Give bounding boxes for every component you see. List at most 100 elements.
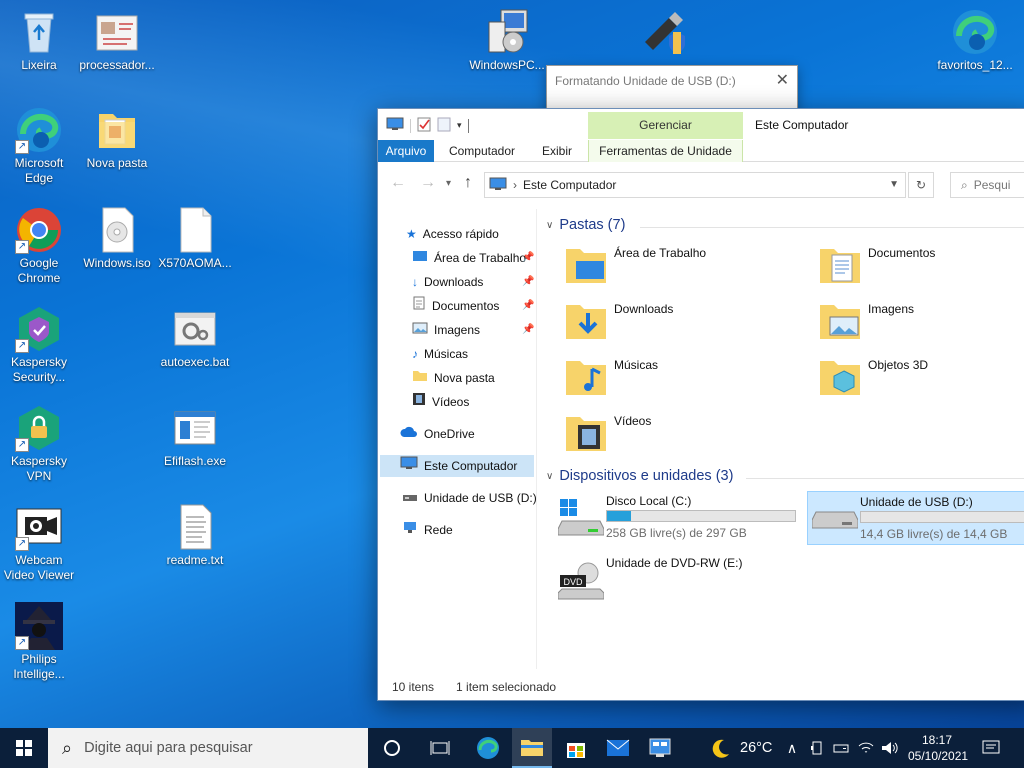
drive-name: Unidade de USB (D:)	[860, 495, 973, 509]
chevron-down-icon[interactable]: ▼	[889, 179, 899, 190]
new-folder-icon[interactable]	[437, 116, 451, 135]
properties-icon[interactable]	[417, 116, 431, 135]
breadcrumb-separator-icon[interactable]: ›	[513, 178, 517, 192]
task-view-button[interactable]	[420, 728, 460, 768]
taskbar-search-input[interactable]: ⌕ Digite aqui para pesquisar	[48, 728, 368, 768]
nav-item-desktop[interactable]: Área de Trabalho 📌	[412, 247, 536, 269]
nav-item-onedrive[interactable]: OneDrive	[400, 423, 475, 445]
desktop-icon-nova-pasta[interactable]: Nova pasta	[78, 106, 156, 171]
desktop-icon-processador[interactable]: processador...	[78, 8, 156, 73]
nav-pane-scrollbar[interactable]	[536, 209, 537, 669]
shortcut-arrow-icon: ↗	[15, 339, 29, 353]
folder-tile-desktop[interactable]: Área de Trabalho	[564, 243, 706, 295]
nav-item-images[interactable]: Imagens 📌	[412, 319, 536, 341]
breadcrumb[interactable]: Este Computador	[523, 178, 616, 192]
folder-tile-downloads[interactable]: Downloads	[564, 299, 673, 351]
customize-toolbar-chevron-icon[interactable]: ▾	[457, 120, 462, 131]
tile-label: Downloads	[614, 302, 674, 316]
taskbar-store[interactable]	[556, 728, 596, 768]
usb-drive-shield-icon	[639, 8, 687, 56]
desktop-icon-windowspc[interactable]: WindowsPC...	[468, 8, 546, 73]
nav-item-this-pc[interactable]: Este Computador	[380, 455, 534, 477]
folder-tile-images[interactable]: Imagens	[818, 299, 914, 351]
recent-chevron-icon[interactable]: ▾	[446, 178, 451, 189]
action-center-button[interactable]	[972, 728, 1010, 768]
taskbar-edge[interactable]	[468, 728, 508, 768]
weather-widget[interactable]	[700, 728, 740, 768]
group-header-folders[interactable]: ∨ Pastas (7)	[546, 217, 625, 233]
nav-item-videos[interactable]: Vídeos	[412, 391, 469, 413]
desktop-icon-philips[interactable]: ↗ Philips Intellige...	[0, 602, 78, 682]
drive-usage-fill	[607, 511, 632, 521]
nav-item-quick-access[interactable]: ★ Acesso rápido	[406, 223, 499, 245]
icon-label: Philips Intellige...	[13, 652, 65, 681]
drive-tile-c[interactable]: Disco Local (C:) 258 GB livre(s) de 297 …	[554, 491, 804, 545]
nav-item-downloads[interactable]: ↓ Downloads 📌	[412, 271, 536, 293]
drive-tile-d[interactable]: Unidade de USB (D:) 14,4 GB livre(s) de …	[807, 491, 1024, 545]
desktop-icon-chrome[interactable]: ↗ Google Chrome	[0, 206, 78, 286]
desktop-folder-icon	[564, 243, 608, 290]
desktop-icon-recycle-bin[interactable]: Lixeira	[0, 8, 78, 73]
pin-icon[interactable]: 📌	[522, 295, 534, 317]
search-placeholder: Pesqui	[973, 178, 1011, 192]
up-arrow-icon[interactable]: ↑	[464, 174, 472, 192]
volume-icon[interactable]	[876, 728, 904, 768]
taskbar-control-panel[interactable]	[640, 728, 680, 768]
pin-icon[interactable]: 📌	[522, 271, 534, 293]
title-bar[interactable]: ▾ Gerenciar Este Computador	[378, 109, 1024, 139]
drive-usage-bar	[606, 510, 796, 522]
folder-tile-videos[interactable]: Vídeos	[564, 411, 651, 463]
desktop-icon-usb-installer[interactable]	[624, 8, 702, 58]
desktop-icon-efiflash[interactable]: Efiflash.exe	[156, 404, 234, 469]
icon-label: X570AOMA...	[158, 256, 232, 270]
group-header-devices[interactable]: ∨ Dispositivos e unidades (3)	[546, 468, 733, 484]
desktop-icon-windows-iso[interactable]: Windows.iso	[78, 206, 156, 271]
tray-drive-icon[interactable]	[828, 728, 854, 768]
desktop-icon	[412, 247, 428, 269]
tab-gerenciar-context[interactable]: Gerenciar	[588, 112, 743, 139]
tray-device-icon[interactable]	[804, 728, 830, 768]
taskbar-mail[interactable]	[598, 728, 638, 768]
tab-exibir[interactable]: Exibir	[530, 140, 584, 162]
forward-arrow-icon[interactable]: →	[420, 174, 436, 192]
back-arrow-icon[interactable]: ←	[390, 174, 406, 192]
desktop-icon-kaspersky-vpn[interactable]: ↗ Kaspersky VPN	[0, 404, 78, 484]
start-button[interactable]	[4, 728, 44, 768]
close-icon[interactable]: ✕	[776, 70, 789, 90]
address-bar[interactable]: › Este Computador ▼	[484, 172, 906, 198]
icon-label: processador...	[79, 58, 155, 72]
file-explorer-window[interactable]: ▾ Gerenciar Este Computador Arquivo Comp…	[377, 108, 1024, 701]
pin-icon[interactable]: 📌	[522, 247, 534, 269]
desktop-icon-favoritos[interactable]: favoritos_12...	[936, 8, 1014, 73]
ribbon-tabs: Arquivo Computador Exibir Ferramentas de…	[378, 140, 1024, 162]
folder-tile-3d-objects[interactable]: Objetos 3D	[818, 355, 928, 407]
tab-ferramentas-de-unidade[interactable]: Ferramentas de Unidade	[588, 140, 743, 162]
desktop-icon-kaspersky-security[interactable]: ↗ Kaspersky Security...	[0, 305, 78, 385]
disc-image-icon	[93, 206, 141, 254]
desktop-icon-edge[interactable]: ↗ Microsoft Edge	[0, 106, 78, 186]
desktop-icon-x570aoma[interactable]: X570AOMA...	[156, 206, 234, 271]
folder-tile-documents[interactable]: Documentos	[818, 243, 935, 295]
refresh-button[interactable]: ↻	[908, 172, 934, 198]
drive-tile-e[interactable]: DVD Unidade de DVD-RW (E:)	[554, 553, 804, 607]
taskbar-clock[interactable]: 18:17 05/10/2021	[908, 732, 968, 764]
taskbar-file-explorer[interactable]	[512, 728, 552, 768]
status-selection: 1 item selecionado	[456, 680, 557, 694]
weather-temperature[interactable]: 26°C	[740, 740, 772, 756]
nav-item-music[interactable]: ♪ Músicas	[412, 343, 468, 365]
nav-item-network[interactable]: Rede	[402, 519, 453, 541]
tab-computador[interactable]: Computador	[442, 140, 522, 162]
tab-arquivo[interactable]: Arquivo	[378, 140, 434, 162]
pin-icon[interactable]: 📌	[522, 319, 534, 341]
desktop-icon-autoexec[interactable]: autoexec.bat	[156, 305, 234, 370]
search-input[interactable]: ⌕ Pesqui	[950, 172, 1024, 198]
desktop-icon-webcam-viewer[interactable]: ↗ Webcam Video Viewer	[0, 503, 78, 583]
nav-item-documents[interactable]: Documentos 📌	[412, 295, 536, 317]
folder-tile-music[interactable]: Músicas	[564, 355, 658, 407]
icon-label: Microsoft Edge	[14, 156, 64, 185]
nav-item-usb-drive[interactable]: Unidade de USB (D:)	[402, 487, 537, 509]
cortana-button[interactable]	[372, 728, 412, 768]
nav-item-nova-pasta[interactable]: Nova pasta	[412, 367, 495, 389]
desktop-icon-readme[interactable]: readme.txt	[156, 503, 234, 568]
nav-label: Vídeos	[432, 395, 470, 409]
